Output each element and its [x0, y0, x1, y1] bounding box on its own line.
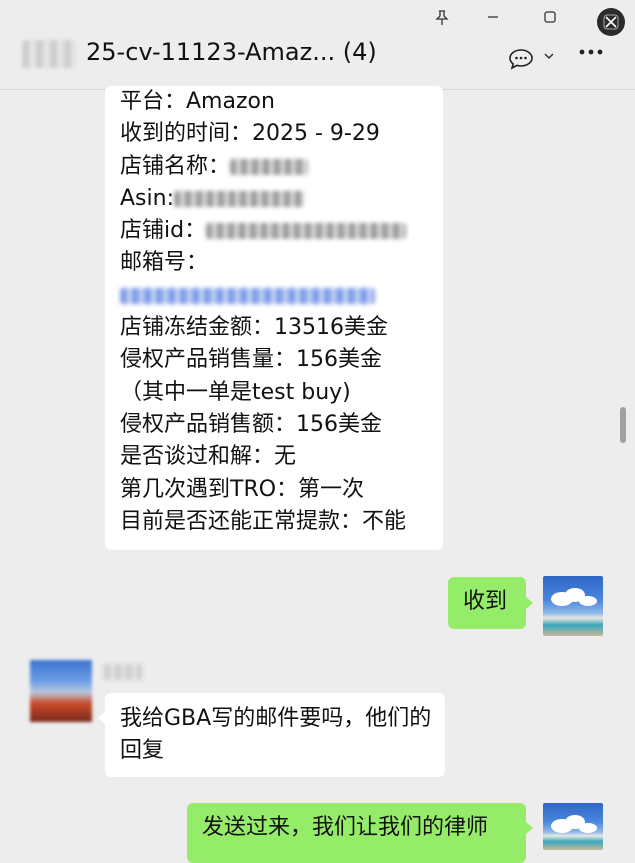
scrollbar-thumb[interactable] — [620, 407, 626, 443]
store-name-label: 店铺名称： — [120, 153, 231, 179]
contact-name-redacted — [104, 664, 142, 680]
message-bubble-info[interactable]: 平台：Amazon 收到的时间：2025 - 9-29 店铺名称： Asin: … — [105, 86, 443, 550]
more-icon[interactable] — [578, 42, 604, 68]
title-bar: 25-cv-11123-Amaz... (4) — [0, 0, 635, 90]
message-bubble-reply[interactable]: 发送过来，我们让我们的律师 — [187, 803, 526, 863]
close-icon[interactable] — [597, 8, 625, 36]
self-avatar[interactable] — [543, 803, 603, 850]
redacted-asin — [173, 190, 304, 207]
info-infringing-sales-qty: 侵权产品销售量：156美金 — [120, 347, 382, 373]
info-test-buy-note: （其中一单是test buy) — [120, 379, 351, 405]
pin-icon[interactable] — [432, 10, 452, 30]
info-platform: 平台：Amazon — [120, 89, 275, 114]
info-asin: Asin: — [120, 183, 443, 215]
message-text: 收到 — [463, 589, 508, 614]
group-avatar — [22, 40, 76, 68]
info-email-value — [120, 280, 443, 312]
chevron-down-icon[interactable] — [543, 50, 555, 64]
info-store-name: 店铺名称： — [120, 151, 443, 183]
chat-title[interactable]: 25-cv-11123-Amaz... (4) — [86, 38, 377, 66]
chat-bubble-icon[interactable] — [508, 48, 534, 70]
redacted-store-name — [230, 158, 309, 175]
message-text: 发送过来，我们让我们的律师 — [202, 815, 489, 840]
bubble-tail — [526, 597, 533, 609]
info-tro-count: 第几次遇到TRO：第一次 — [120, 476, 365, 502]
bubble-tail — [98, 712, 105, 724]
info-store-id: 店铺id： — [120, 215, 443, 247]
bubble-tail — [526, 822, 533, 834]
info-withdraw: 目前是否还能正常提款：不能 — [120, 508, 407, 534]
info-received-time: 收到的时间：2025 - 9-29 — [120, 121, 380, 147]
message-bubble-received[interactable]: 收到 — [448, 577, 526, 629]
asin-label: Asin: — [120, 185, 174, 211]
message-text: 我给GBA写的邮件要吗，他们的回复 — [120, 706, 432, 763]
maximize-icon[interactable] — [540, 10, 560, 28]
self-avatar[interactable] — [543, 576, 603, 636]
info-email: 邮箱号： — [120, 250, 209, 276]
info-infringing-sales-amount: 侵权产品销售额：156美金 — [120, 411, 382, 437]
store-id-label: 店铺id： — [120, 218, 207, 244]
redacted-email-link[interactable] — [120, 287, 375, 304]
contact-avatar[interactable] — [30, 660, 92, 722]
info-settlement: 是否谈过和解：无 — [120, 444, 297, 470]
info-frozen-amount: 店铺冻结金额：13516美金 — [120, 315, 388, 341]
redacted-store-id — [206, 223, 407, 240]
minimize-icon[interactable] — [483, 10, 503, 28]
message-bubble-question[interactable]: 我给GBA写的邮件要吗，他们的回复 — [105, 693, 445, 777]
